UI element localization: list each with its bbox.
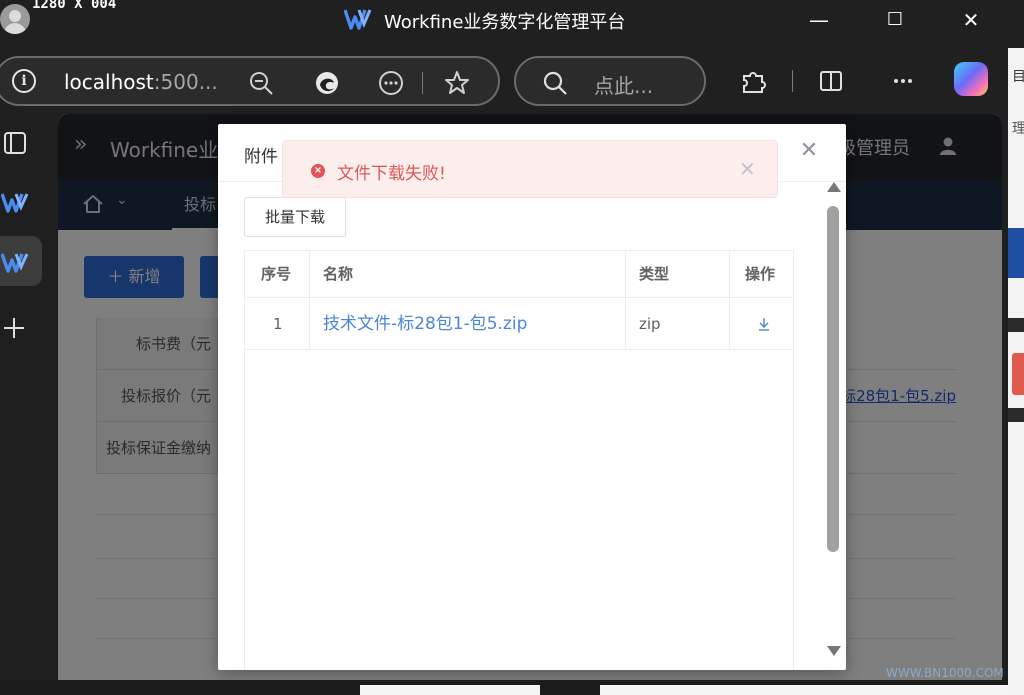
column-header: 序号 [261, 265, 292, 283]
scrollbar-thumb[interactable] [827, 206, 839, 552]
profile-avatar-icon[interactable] [0, 4, 30, 34]
background-text: 目 [1012, 69, 1024, 85]
address-url[interactable]: localhost:500... [64, 70, 218, 94]
taskbar-strip [0, 680, 1008, 695]
column-divider [625, 251, 626, 350]
window-title-bar: 1280 X 004 Workfine业务数字化管理平台 — ☐ ✕ [0, 0, 1008, 40]
add-icon[interactable] [2, 316, 26, 340]
column-divider [729, 251, 730, 350]
close-icon[interactable]: ✕ [798, 140, 820, 162]
copilot-icon[interactable] [954, 62, 988, 96]
search-icon [543, 71, 567, 95]
minimize-button[interactable]: — [804, 6, 834, 34]
column-header: 类型 [639, 265, 670, 283]
background-window-right: 目 理 [1008, 48, 1024, 695]
toast-message: 文件下载失败! [337, 164, 446, 184]
file-name-link[interactable]: 技术文件-标28包1-包5.zip [323, 298, 527, 350]
info-icon[interactable]: i [12, 69, 36, 93]
favorite-star-icon[interactable] [442, 68, 472, 98]
table-header: 序号 名称 类型 操作 [245, 251, 793, 298]
maximize-button[interactable]: ☐ [880, 6, 910, 34]
edge-logo-icon[interactable] [312, 68, 342, 98]
extensions-icon[interactable] [738, 66, 768, 96]
background-block [1008, 408, 1024, 422]
browser-toolbar: i localhost:500... 点此... [0, 40, 1008, 118]
column-header: 操作 [745, 265, 776, 283]
close-icon[interactable]: ✕ [739, 157, 756, 181]
workfine-app-icon-active[interactable] [1, 250, 29, 274]
url-rest: :500... [153, 70, 218, 94]
more-circle-icon[interactable] [376, 68, 406, 98]
workfine-logo-icon [344, 9, 372, 30]
dialog-title: 附件 [244, 147, 278, 167]
scroll-down-arrow-icon[interactable] [827, 646, 841, 656]
screen: 目 理 1280 X 004 Workfine业务数字化管理平台 — ☐ ✕ i… [0, 0, 1024, 695]
attachment-dialog: 附件 ✕ 批量下载 序号 名称 类型 操作 1 技术文件-标28包1-包5.zi… [218, 124, 846, 670]
background-window [360, 685, 540, 695]
url-host: localhost [64, 70, 154, 94]
more-icon[interactable] [888, 66, 918, 96]
zoom-out-icon[interactable] [246, 68, 276, 98]
resolution-label: 1280 X 004 [32, 0, 117, 12]
batch-download-button[interactable]: 批量下载 [244, 197, 346, 237]
address-bar[interactable]: i localhost:500... [0, 56, 500, 106]
workfine-app-icon[interactable] [1, 190, 29, 214]
scroll-up-arrow-icon[interactable] [827, 182, 841, 192]
background-button [1012, 353, 1024, 395]
dialog-scrollbar[interactable] [824, 182, 842, 670]
background-text: 理 [1012, 121, 1024, 137]
close-window-button[interactable]: ✕ [956, 6, 986, 34]
window-title: Workfine业务数字化管理平台 [384, 12, 626, 33]
column-header: 名称 [323, 265, 354, 283]
error-circle-icon: × [311, 164, 325, 178]
file-type: zip [639, 315, 661, 333]
column-divider [309, 251, 310, 350]
row-index: 1 [273, 315, 283, 333]
error-message-toast: × 文件下载失败! ✕ [282, 140, 778, 198]
tabs-icon[interactable] [2, 130, 28, 156]
table-row: 1 技术文件-标28包1-包5.zip zip [245, 298, 793, 350]
download-icon[interactable] [757, 316, 771, 332]
address-bar-divider [422, 72, 423, 94]
background-block [1008, 318, 1024, 332]
search-box[interactable]: 点此... [514, 56, 706, 106]
watermark-text: WWW.BN1000.COM [886, 666, 1004, 680]
search-placeholder: 点此... [594, 74, 654, 98]
background-banner [1008, 228, 1024, 278]
toolbar-divider [792, 70, 793, 92]
attachment-table: 序号 名称 类型 操作 1 技术文件-标28包1-包5.zip zip [244, 250, 794, 670]
background-window [600, 685, 1008, 695]
split-screen-icon[interactable] [816, 66, 846, 96]
